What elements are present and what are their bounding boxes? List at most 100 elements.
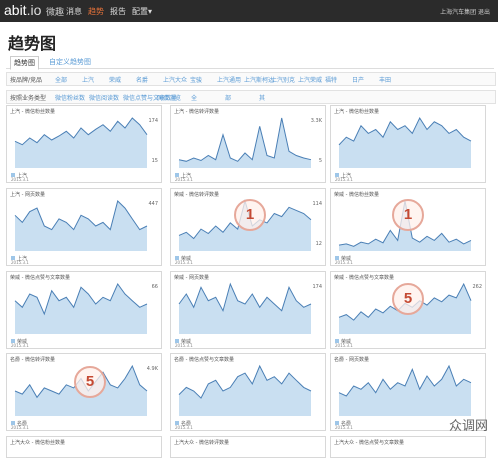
- series-area: [179, 118, 311, 168]
- tab-bar: 趋势图 自定义趋势图: [6, 56, 494, 69]
- filter-option[interactable]: 丰田: [379, 75, 391, 84]
- account-info[interactable]: 上海汽车集团 退出: [440, 7, 490, 16]
- date-label: 2015.3.1: [11, 343, 29, 348]
- y-max-label: 114: [312, 201, 322, 207]
- card-title: 上汽大众 - 微信点赞与文章数量: [334, 439, 404, 446]
- y-min-label: 15: [152, 158, 158, 164]
- y-max-label: 66: [152, 284, 158, 290]
- trend-chart-card[interactable]: 上汽 - 微信粉丝数量上汽2015.3.1: [330, 105, 486, 183]
- series-area: [339, 366, 471, 416]
- trend-chart: [7, 189, 161, 265]
- series-area: [15, 201, 147, 251]
- y-min-label: 5: [319, 158, 322, 164]
- trend-chart: [171, 272, 325, 348]
- card-title: 荣威 - 微信粉丝数量: [334, 191, 379, 198]
- tab-trend-chart[interactable]: 趋势图: [10, 56, 39, 70]
- nav-trends[interactable]: 趋势: [88, 6, 104, 17]
- y-max-label: 174: [312, 284, 322, 290]
- filter-option[interactable]: 微信阅读数: [89, 93, 119, 102]
- date-label: 2015.3.1: [335, 343, 353, 348]
- trend-chart-card[interactable]: 上汽大众 - 微信点赞与文章数量: [330, 436, 486, 458]
- filter-option[interactable]: 部: [225, 93, 231, 102]
- logo-subtitle: 微趣: [46, 5, 64, 18]
- tab-custom-trend[interactable]: 自定义趋势图: [46, 56, 94, 68]
- card-title: 荣威 - 网页数量: [174, 274, 209, 281]
- date-label: 2015.3.1: [11, 425, 29, 430]
- page-title: 趋势图: [8, 30, 56, 54]
- date-label: 2015.3.1: [175, 177, 193, 182]
- trend-chart-card[interactable]: 上汽 - 网页数量447上汽2015.3.1: [6, 188, 162, 266]
- date-label: 2015.3.1: [335, 425, 353, 430]
- brand-filter: 按品牌/竞品 全部上汽荣威名爵上汽大众宝骏上汽通用上汽斯柯达上汽别克上汽荣威福特…: [6, 72, 496, 86]
- y-max-label: 174: [148, 118, 158, 124]
- card-title: 上汽 - 微信粉丝数量: [10, 108, 55, 115]
- top-nav: abit.io 微趣 消息 趋势 报告 配置▾ 上海汽车集团 退出: [0, 0, 498, 22]
- series-area: [15, 284, 147, 334]
- card-title: 荣威 - 微信点赞与文章数量: [334, 274, 394, 281]
- filter-option[interactable]: 名爵: [136, 75, 148, 84]
- nav-reports[interactable]: 报告: [110, 6, 126, 17]
- card-title: 名爵 - 微信转评数量: [10, 356, 55, 363]
- logo-io: .io: [27, 2, 42, 18]
- date-label: 2015.3.1: [335, 260, 353, 265]
- trend-chart-card[interactable]: 上汽大众 - 微信转评数量: [170, 436, 326, 458]
- y-max-label: 447: [148, 201, 158, 207]
- annotation-badge: 5: [392, 283, 424, 315]
- annotation-badge: 1: [392, 199, 424, 231]
- card-title: 荣威 - 微信转评数量: [174, 191, 219, 198]
- trend-chart-card[interactable]: 荣威 - 网页数量174荣威2015.3.1: [170, 271, 326, 349]
- filter-option[interactable]: 福特: [325, 75, 337, 84]
- trend-chart-card[interactable]: 荣威 - 微信点赞与文章数量66荣威2015.3.1: [6, 271, 162, 349]
- card-title: 上汽 - 微信粉丝数量: [334, 108, 379, 115]
- y-max-label: 4.9K: [147, 366, 158, 372]
- filter-option[interactable]: 上汽通用: [217, 75, 241, 84]
- logo-text: abit: [4, 2, 27, 18]
- card-title: 上汽 - 微信转评数量: [174, 108, 219, 115]
- date-label: 2015.3.1: [175, 260, 193, 265]
- trend-chart-card[interactable]: 上汽 - 微信粉丝数量17415上汽2015.3.1: [6, 105, 162, 183]
- filter-option[interactable]: 上汽大众: [163, 75, 187, 84]
- nav-config[interactable]: 配置▾: [132, 6, 152, 17]
- date-label: 2015.3.1: [11, 177, 29, 182]
- trend-chart: [171, 106, 325, 182]
- filter-option[interactable]: 日产: [352, 75, 364, 84]
- filter-option[interactable]: 宝骏: [190, 75, 202, 84]
- trend-chart: [331, 106, 485, 182]
- trend-chart-card[interactable]: 名爵 - 微信点赞与文章数量名爵2015.3.1: [170, 353, 326, 431]
- trend-chart-card[interactable]: 上汽大众 - 微信粉丝数量: [6, 436, 162, 458]
- card-title: 上汽大众 - 微信粉丝数量: [10, 439, 65, 446]
- brand-filter-label: 按品牌/竞品: [10, 75, 42, 84]
- filter-option[interactable]: 上汽别克: [271, 75, 295, 84]
- date-label: 2015.3.1: [175, 343, 193, 348]
- filter-option[interactable]: 上汽斯柯达: [244, 75, 274, 84]
- filter-option[interactable]: 其: [259, 93, 265, 102]
- trend-chart: [7, 272, 161, 348]
- date-label: 2015.3.1: [175, 425, 193, 430]
- filter-option[interactable]: 微信粉丝数: [55, 93, 85, 102]
- y-min-label: 12: [316, 241, 322, 247]
- card-title: 上汽 - 网页数量: [10, 191, 45, 198]
- type-filter: 按照业务类型 微信粉丝数微信阅读数微信点赞与文章数量网页浏览全部其: [6, 90, 496, 104]
- filter-option[interactable]: 全部: [55, 75, 67, 84]
- card-title: 上汽大众 - 微信转评数量: [174, 439, 229, 446]
- filter-option[interactable]: 荣威: [109, 75, 121, 84]
- trend-chart: [7, 106, 161, 182]
- date-label: 2015.3.1: [335, 177, 353, 182]
- y-max-label: 3.3K: [311, 118, 322, 124]
- y-max-label: 262: [472, 284, 482, 290]
- filter-option[interactable]: 上汽: [82, 75, 94, 84]
- annotation-badge: 1: [234, 199, 266, 231]
- card-title: 荣威 - 微信点赞与文章数量: [10, 274, 70, 281]
- type-filter-label: 按照业务类型: [10, 93, 46, 102]
- filter-option[interactable]: 全: [191, 93, 197, 102]
- annotation-badge: 5: [74, 366, 106, 398]
- logo[interactable]: abit.io: [4, 2, 41, 18]
- filter-option[interactable]: 网页浏览: [157, 93, 181, 102]
- filter-option[interactable]: 上汽荣威: [298, 75, 322, 84]
- trend-chart: [171, 354, 325, 430]
- watermark: 众调网: [449, 415, 488, 434]
- nav-messages[interactable]: 消息: [66, 6, 82, 17]
- date-label: 2015.3.1: [11, 260, 29, 265]
- card-title: 名爵 - 网页数量: [334, 356, 369, 363]
- trend-chart-card[interactable]: 上汽 - 微信转评数量3.3K5上汽2015.3.1: [170, 105, 326, 183]
